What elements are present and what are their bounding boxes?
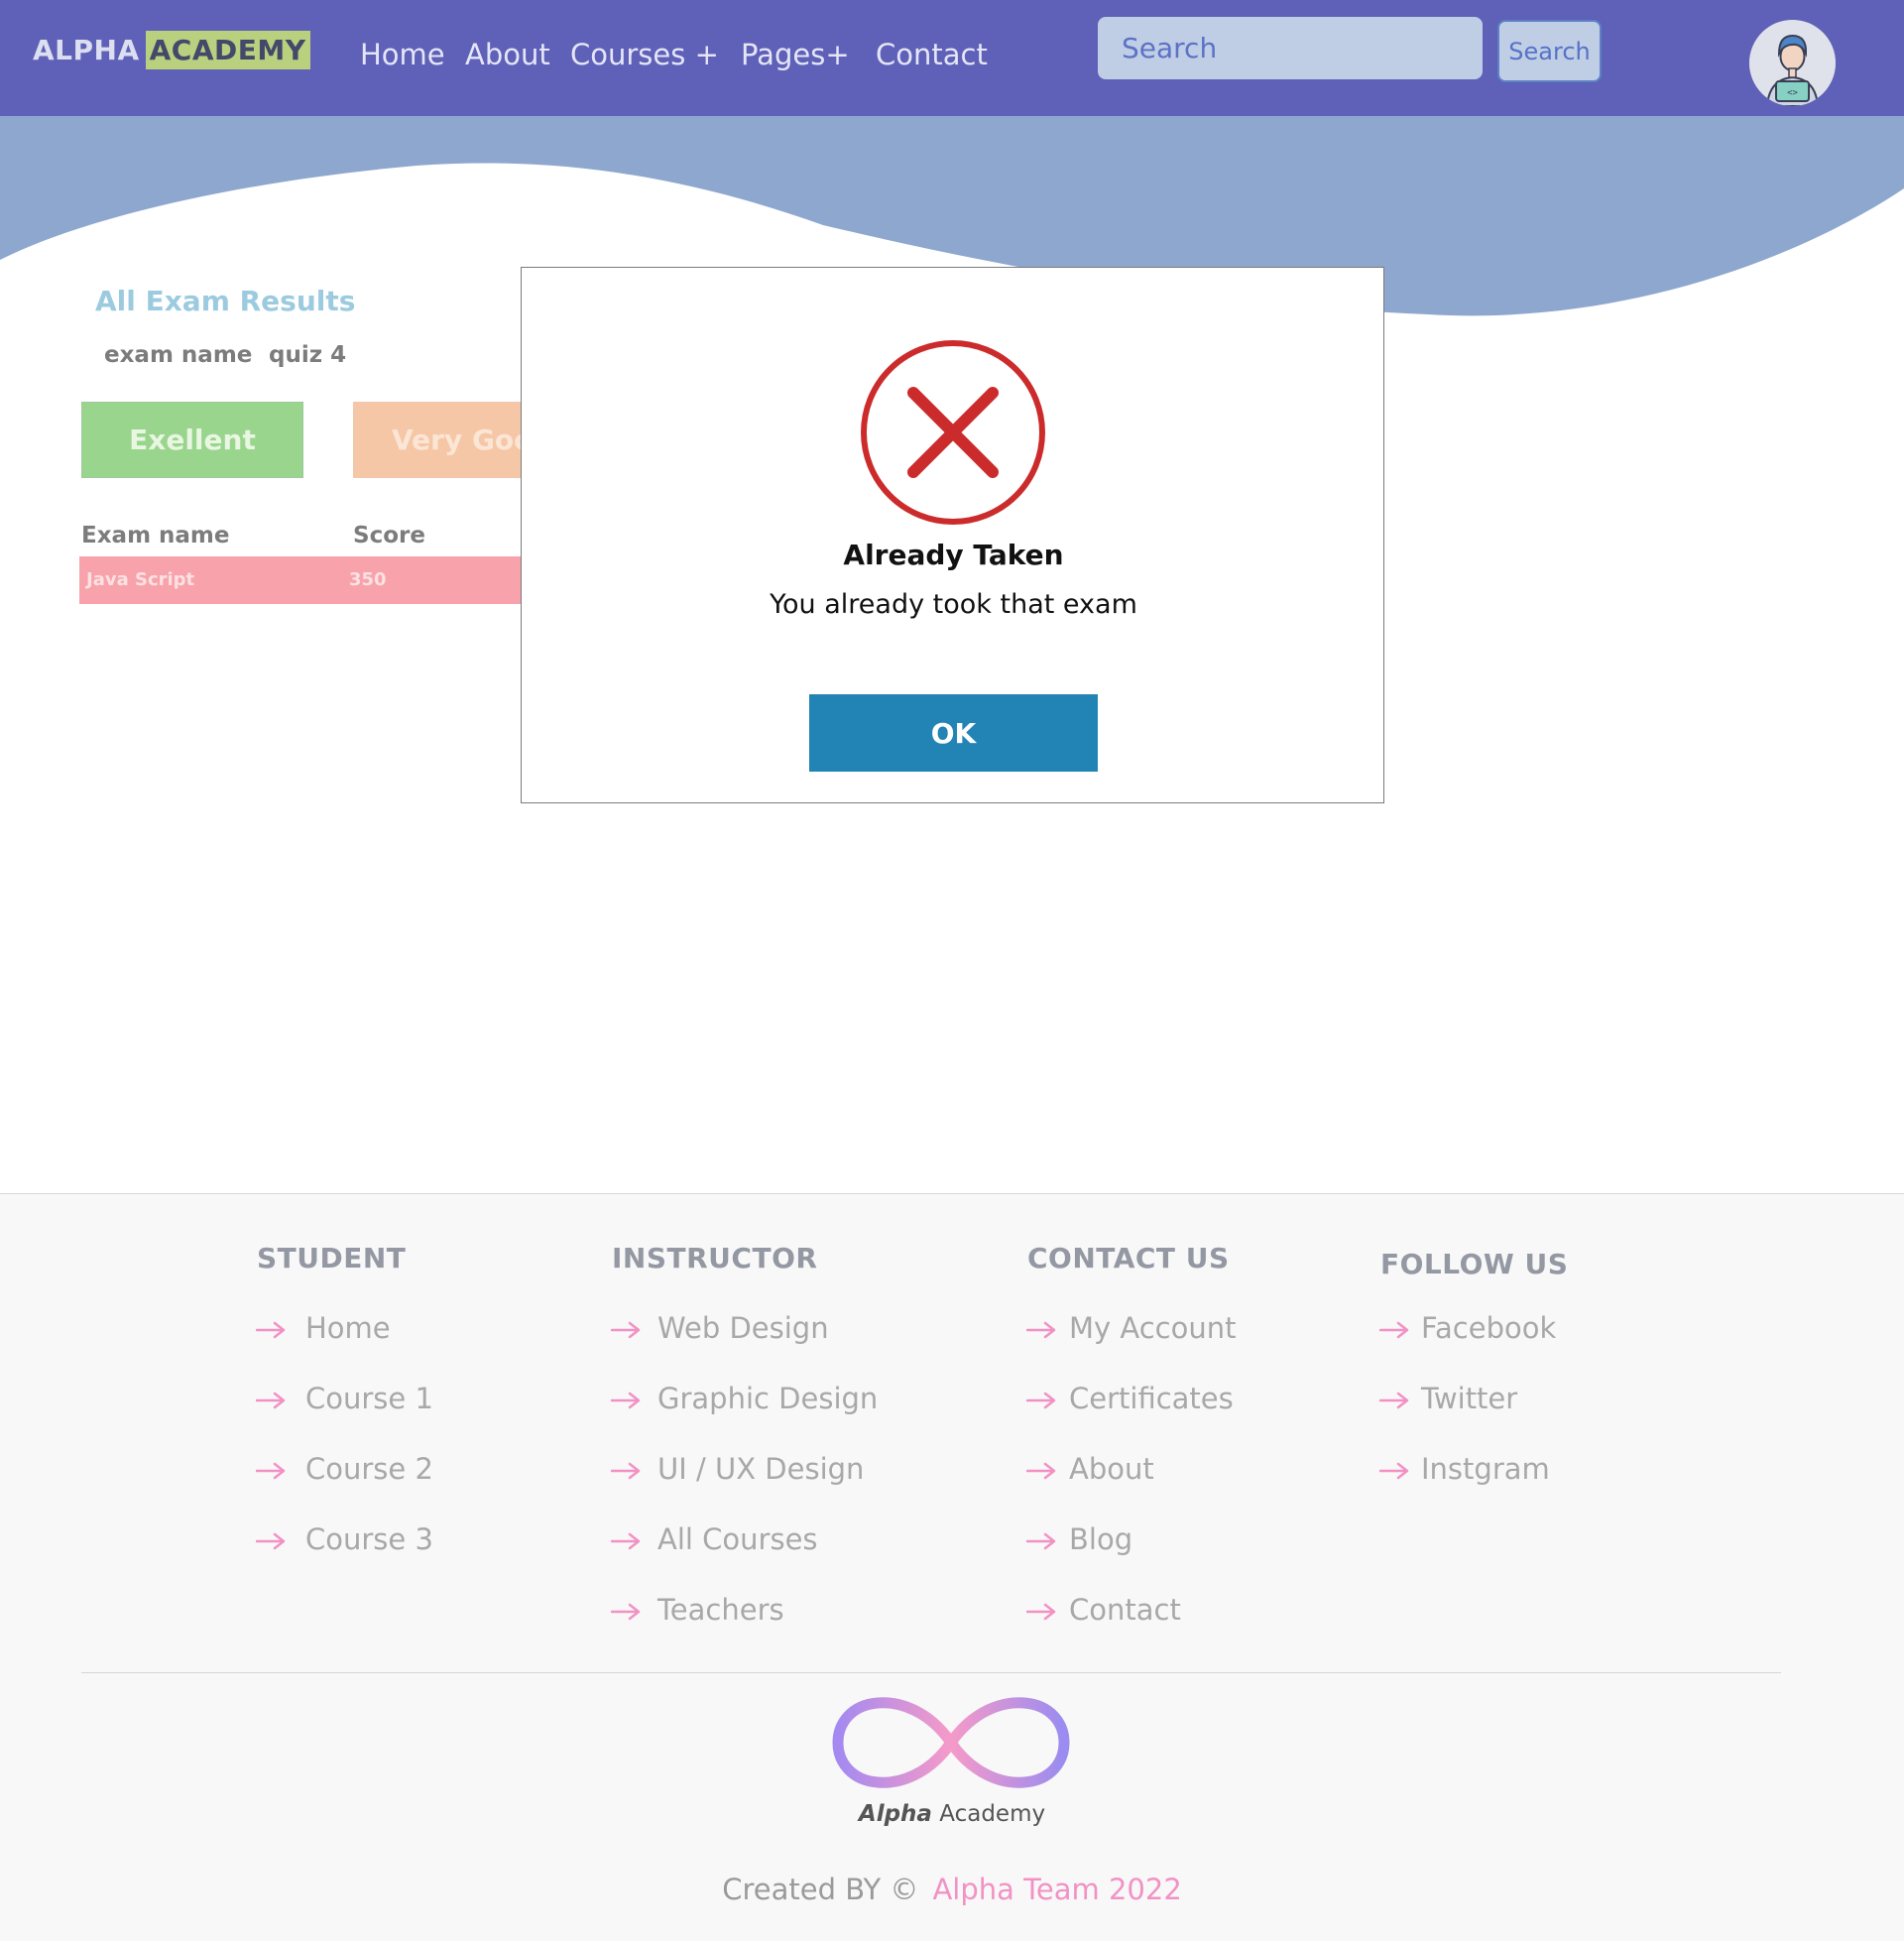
footer-link-all-courses[interactable]: All Courses (657, 1522, 818, 1556)
arrow-right-icon (611, 1321, 641, 1339)
footer-title-follow-us: FOLLOW US (1380, 1248, 1569, 1280)
alert-dialog: Already Taken You already took that exam… (521, 267, 1384, 803)
developer-avatar-icon: <> (1749, 20, 1836, 106)
footer-link-web-design[interactable]: Web Design (657, 1311, 829, 1345)
footer-link-facebook[interactable]: Facebook (1421, 1311, 1556, 1345)
search-button[interactable]: Search (1497, 20, 1602, 82)
error-x-icon (861, 340, 1045, 525)
ok-button[interactable]: OK (809, 694, 1098, 772)
nav-contact[interactable]: Contact (876, 38, 988, 71)
nav-pages[interactable]: Pages+ (741, 38, 850, 71)
footer-divider (81, 1672, 1781, 1673)
table-cell-exam: Java Script (86, 569, 195, 590)
dialog-message: You already took that exam (770, 589, 1137, 620)
nav-about[interactable]: About (465, 38, 550, 71)
infinity-logo-icon (832, 1697, 1070, 1788)
arrow-right-icon (611, 1462, 641, 1480)
footer-logo-alpha: Alpha (858, 1801, 932, 1827)
exam-name-label: exam name (104, 342, 253, 368)
footer-link-course-1[interactable]: Course 1 (305, 1382, 433, 1415)
footer-logo-academy: Academy (939, 1801, 1046, 1827)
footer-link-blog[interactable]: Blog (1069, 1522, 1132, 1556)
footer-link-course-3[interactable]: Course 3 (305, 1522, 433, 1556)
site-logo[interactable]: ALPHA ACADEMY (33, 31, 310, 69)
arrow-right-icon (256, 1532, 286, 1550)
results-title: All Exam Results (95, 285, 356, 317)
arrow-right-icon (1379, 1392, 1409, 1409)
footer-link-instagram[interactable]: Instgram (1421, 1452, 1550, 1486)
nav-home[interactable]: Home (360, 38, 445, 71)
footer: STUDENT Home Course 1 Course 2 Course 3 … (0, 1193, 1904, 1941)
arrow-right-icon (1026, 1603, 1056, 1621)
arrow-right-icon (1026, 1532, 1056, 1550)
navbar: ALPHA ACADEMY Home About Courses + Pages+… (0, 0, 1904, 117)
footer-link-ui-ux-design[interactable]: UI / UX Design (657, 1452, 864, 1486)
exam-name-value: quiz 4 (269, 342, 347, 368)
footer-link-course-2[interactable]: Course 2 (305, 1452, 433, 1486)
svg-text:<>: <> (1787, 88, 1798, 98)
logo-academy: ACADEMY (145, 31, 310, 69)
arrow-right-icon (256, 1321, 286, 1339)
footer-link-twitter[interactable]: Twitter (1421, 1382, 1517, 1415)
search-input[interactable] (1098, 17, 1483, 79)
arrow-right-icon (611, 1532, 641, 1550)
footer-link-my-account[interactable]: My Account (1069, 1311, 1237, 1345)
arrow-right-icon (1379, 1321, 1409, 1339)
arrow-right-icon (256, 1462, 286, 1480)
table-header-score: Score (353, 523, 425, 548)
nav-courses[interactable]: Courses + (570, 38, 719, 71)
logo-alpha: ALPHA (33, 34, 140, 66)
dialog-title: Already Taken (843, 539, 1064, 571)
user-avatar[interactable]: <> (1749, 20, 1836, 106)
table-header-exam-name: Exam name (81, 523, 230, 548)
footer-link-about[interactable]: About (1069, 1452, 1154, 1486)
footer-link-graphic-design[interactable]: Graphic Design (657, 1382, 878, 1415)
credit-team-link[interactable]: Alpha Team 2022 (932, 1873, 1181, 1906)
credit-prefix: Created BY © (722, 1873, 919, 1906)
footer-logo-text: Alpha Academy (0, 1801, 1904, 1827)
grade-excellent-badge: Exellent (81, 402, 303, 478)
footer-title-instructor: INSTRUCTOR (612, 1242, 818, 1274)
arrow-right-icon (611, 1392, 641, 1409)
footer-link-contact[interactable]: Contact (1069, 1593, 1181, 1627)
arrow-right-icon (1026, 1321, 1056, 1339)
footer-title-contact-us: CONTACT US (1027, 1242, 1230, 1274)
table-cell-score: 350 (349, 569, 387, 590)
grade-very-good-badge: Very Good (353, 402, 522, 478)
footer-link-certificates[interactable]: Certificates (1069, 1382, 1234, 1415)
footer-credit: Created BY © Alpha Team 2022 (0, 1873, 1904, 1906)
arrow-right-icon (256, 1392, 286, 1409)
footer-link-teachers[interactable]: Teachers (657, 1593, 784, 1627)
footer-title-student: STUDENT (257, 1242, 407, 1274)
arrow-right-icon (1026, 1392, 1056, 1409)
arrow-right-icon (1379, 1462, 1409, 1480)
table-row: Java Script 350 (79, 556, 522, 604)
footer-link-home[interactable]: Home (305, 1311, 391, 1345)
arrow-right-icon (611, 1603, 641, 1621)
arrow-right-icon (1026, 1462, 1056, 1480)
